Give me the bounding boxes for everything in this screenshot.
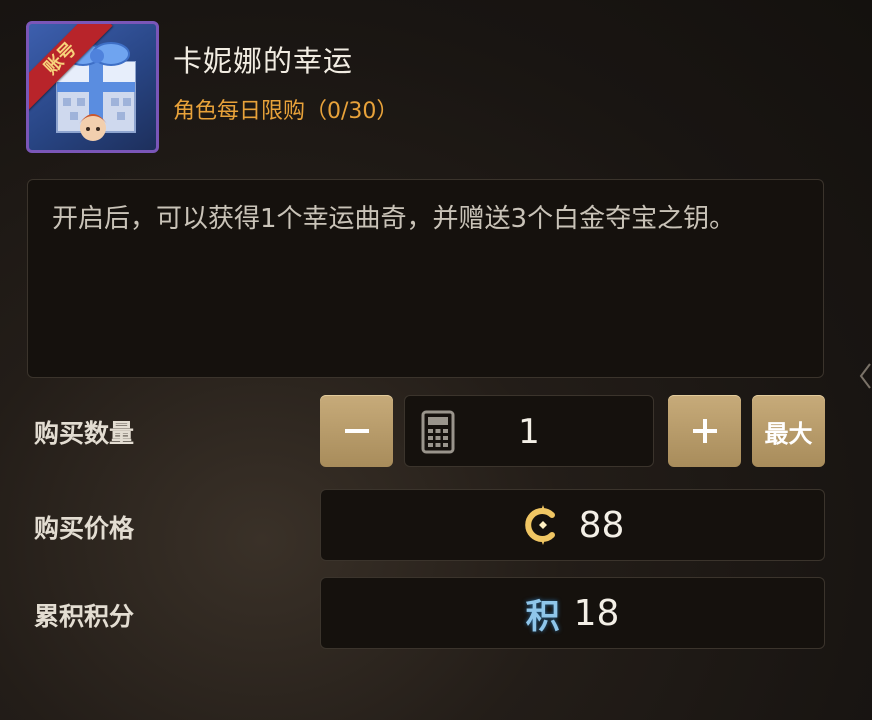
item-description-box: 开启后，可以获得1个幸运曲奇，并赠送3个白金夺宝之钥。 [27, 179, 824, 378]
plus-icon [692, 419, 717, 443]
quantity-value: 1 [518, 412, 540, 452]
price-box: 88 [320, 489, 825, 561]
points-icon: 积 [525, 596, 560, 637]
price-value: 88 [578, 504, 625, 546]
item-description: 开启后，可以获得1个幸运曲奇，并赠送3个白金夺宝之钥。 [52, 204, 736, 234]
price-label: 购买价格 [34, 514, 135, 543]
quantity-input[interactable]: 1 [404, 395, 654, 467]
chevron-left-icon[interactable] [858, 362, 872, 390]
purchase-panel: 账号 卡妮娜的幸运 角色每日限购（0/30） 开启后，可以获得1个幸运曲奇，并赠… [0, 0, 872, 720]
increase-quantity-button[interactable] [668, 395, 741, 467]
currency-coin-icon [524, 505, 555, 545]
quantity-label: 购买数量 [34, 419, 135, 448]
points-box: 积 18 [320, 577, 825, 649]
item-title: 卡妮娜的幸运 [173, 44, 354, 78]
minus-icon [344, 429, 369, 433]
max-quantity-button[interactable]: 最大 [752, 395, 825, 467]
points-label: 累积积分 [34, 602, 135, 631]
points-value: 18 [573, 592, 620, 634]
decrease-quantity-button[interactable] [320, 395, 393, 467]
purchase-limit: 角色每日限购（0/30） [173, 99, 399, 124]
gift-box-icon: 账号 [26, 21, 159, 153]
